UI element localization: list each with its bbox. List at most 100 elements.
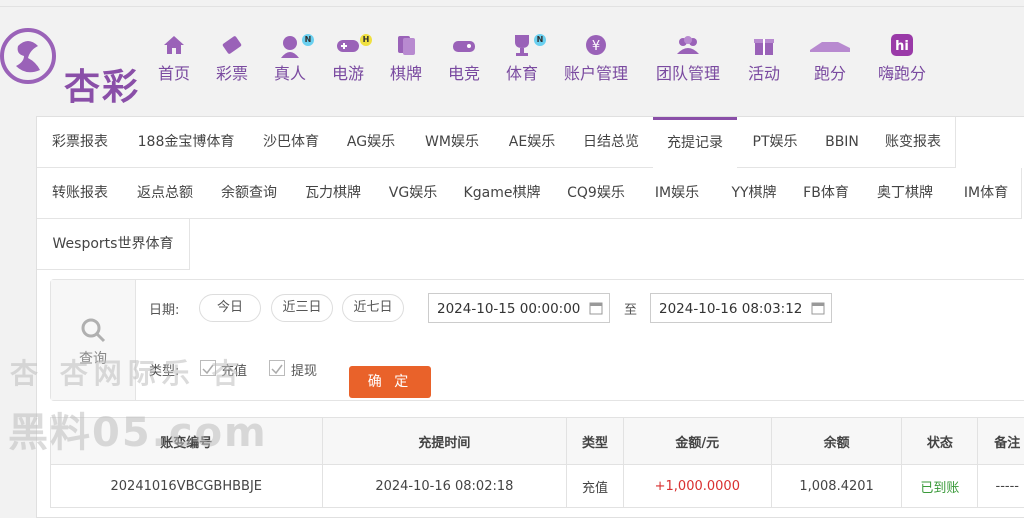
- tab-odin-chess[interactable]: 奥丁棋牌: [859, 168, 952, 219]
- badge-hot: H: [360, 34, 372, 46]
- col-time: 充提时间: [322, 418, 567, 465]
- lottery-ticket-icon: [219, 32, 245, 58]
- nav-label: 彩票: [216, 60, 248, 84]
- tab-deposit-withdraw-records[interactable]: 充提记录: [653, 117, 738, 169]
- nav-lottery[interactable]: 彩票: [216, 32, 248, 84]
- nav-team[interactable]: 团队管理: [656, 32, 720, 84]
- tab-kgame-chess[interactable]: Kgame棋牌: [451, 168, 554, 219]
- start-date-input[interactable]: 2024-10-15 00:00:00: [428, 293, 610, 323]
- top-navigation: 杏彩 首页 彩票 N 真人 H 电游 棋牌 电竞: [0, 0, 1024, 100]
- end-date-input[interactable]: 2024-10-16 08:03:12: [650, 293, 832, 323]
- nav-home[interactable]: 首页: [158, 32, 190, 84]
- calendar-icon: [811, 301, 825, 315]
- date-label: 日期:: [149, 299, 179, 318]
- svg-text:¥: ¥: [592, 39, 600, 54]
- trophy-icon: [509, 32, 535, 58]
- withdraw-label: 提现: [291, 360, 317, 379]
- tab-wm[interactable]: WM娱乐: [409, 117, 496, 168]
- tab-im[interactable]: IM娱乐: [639, 168, 716, 219]
- tab-ae[interactable]: AE娱乐: [495, 117, 570, 168]
- nav-label: 账户管理: [564, 60, 628, 84]
- brand-name: 杏彩: [64, 58, 140, 110]
- tab-im-sports[interactable]: IM体育: [951, 168, 1022, 219]
- watermark-line1: 杏 杏网际乐 杏: [10, 352, 246, 392]
- tab-wali-chess[interactable]: 瓦力棋牌: [291, 168, 376, 219]
- check-icon: [270, 362, 284, 376]
- cell-status: 已到账: [902, 465, 978, 508]
- brand-logo[interactable]: 杏彩: [0, 28, 150, 84]
- table-row: 20241016VBCGBHBBJE 2024-10-16 08:02:18 充…: [51, 465, 1024, 508]
- tab-account-change-report[interactable]: 账变报表: [871, 117, 956, 168]
- nav-chess[interactable]: 棋牌: [390, 32, 422, 84]
- col-balance: 余额: [771, 418, 901, 465]
- home-icon: [161, 32, 187, 58]
- tab-vg[interactable]: VG娱乐: [375, 168, 452, 219]
- start-date-value: 2024-10-15 00:00:00: [437, 301, 580, 317]
- tab-balance-query[interactable]: 余额查询: [207, 168, 292, 219]
- logo-emblem-icon: [0, 28, 60, 84]
- tab-pt[interactable]: PT娱乐: [737, 117, 814, 168]
- cell-time: 2024-10-16 08:02:18: [322, 465, 567, 508]
- col-remark: 备注: [978, 418, 1024, 465]
- nav-account[interactable]: ¥ 账户管理: [564, 32, 628, 84]
- nav-label: 电竞: [448, 60, 480, 84]
- top-divider: [0, 6, 1024, 7]
- nav-label: 体育: [506, 60, 538, 84]
- search-icon: [79, 316, 107, 344]
- end-date-value: 2024-10-16 08:03:12: [659, 301, 802, 317]
- tab-bbin[interactable]: BBIN: [813, 117, 872, 168]
- tab-saba-sports[interactable]: 沙巴体育: [249, 117, 334, 168]
- tab-188-sports[interactable]: 188金宝博体育: [123, 117, 250, 168]
- nav-label: 首页: [158, 60, 190, 84]
- to-label: 至: [624, 299, 637, 318]
- nav-slots[interactable]: H 电游: [332, 32, 364, 84]
- nav-esports[interactable]: 电竞: [448, 32, 480, 84]
- nav-hi-running-score[interactable]: hi 嗨跑分: [878, 32, 926, 84]
- confirm-button[interactable]: 确 定: [349, 366, 431, 398]
- cards-icon: [393, 32, 419, 58]
- nav-promotions[interactable]: 活动: [748, 32, 780, 84]
- nav-label: 真人: [274, 60, 306, 84]
- nav-label: 活动: [748, 60, 780, 84]
- cell-transaction-id: 20241016VBCGBHBBJE: [51, 465, 323, 508]
- calendar-icon: [589, 301, 603, 315]
- gift-icon: [751, 32, 777, 58]
- team-icon: [675, 32, 701, 58]
- badge-new: N: [302, 34, 314, 46]
- col-amount: 金额/元: [623, 418, 771, 465]
- col-type: 类型: [567, 418, 623, 465]
- cell-amount: +1,000.0000: [623, 465, 771, 508]
- hi-app-icon: hi: [889, 32, 915, 58]
- nav-label: 棋牌: [390, 60, 422, 84]
- tab-yy-chess[interactable]: YY棋牌: [715, 168, 794, 219]
- nav-live[interactable]: N 真人: [274, 32, 306, 84]
- quick-date-today[interactable]: 今日: [199, 294, 261, 322]
- nav-label: 嗨跑分: [878, 60, 926, 84]
- cell-remark: -----: [978, 465, 1024, 508]
- tab-ag[interactable]: AG娱乐: [333, 117, 410, 168]
- nav-label: 跑分: [808, 60, 852, 84]
- tab-wesports[interactable]: Wesports世界体育: [37, 219, 190, 270]
- quick-date-7days[interactable]: 近七日: [342, 294, 404, 322]
- nav-label: 团队管理: [656, 60, 720, 84]
- tab-fb-sports[interactable]: FB体育: [793, 168, 860, 219]
- quick-date-3days[interactable]: 近三日: [271, 294, 333, 322]
- svg-text:hi: hi: [895, 39, 909, 54]
- nav-label: 电游: [332, 60, 364, 84]
- nav-sports[interactable]: N 体育: [506, 32, 538, 84]
- gamepad-icon: [335, 32, 361, 58]
- esports-icon: [451, 32, 477, 58]
- withdraw-checkbox[interactable]: [269, 360, 285, 376]
- account-icon: ¥: [583, 32, 609, 58]
- tab-rebate-total[interactable]: 返点总额: [123, 168, 208, 219]
- watermark-line2: 黑料05.com: [8, 400, 268, 458]
- tab-cq9[interactable]: CQ9娱乐: [553, 168, 640, 219]
- badge-new: N: [534, 34, 546, 46]
- running-icon: [808, 32, 852, 58]
- tab-daily-summary[interactable]: 日结总览: [569, 117, 654, 168]
- nav-running-score[interactable]: 跑分: [808, 32, 852, 84]
- cell-balance: 1,008.4201: [771, 465, 901, 508]
- live-dealer-icon: [277, 32, 303, 58]
- tab-transfer-report[interactable]: 转账报表: [37, 168, 124, 219]
- tab-lottery-report[interactable]: 彩票报表: [37, 117, 124, 168]
